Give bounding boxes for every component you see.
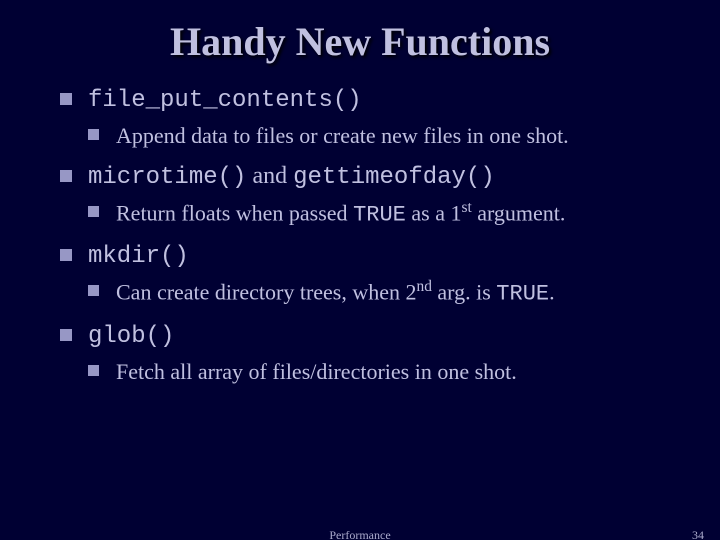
slide-content: file_put_contents() Append data to files…	[0, 81, 720, 388]
slide: Handy New Functions file_put_contents() …	[0, 0, 720, 540]
desc-text: .	[549, 280, 555, 305]
conj-text: and	[246, 163, 293, 189]
code-text: TRUE	[496, 282, 549, 307]
ordinal-sup: nd	[417, 278, 432, 295]
bullet-item: glob()	[60, 317, 700, 355]
code-text: glob()	[88, 323, 174, 350]
desc-text: as a 1	[406, 200, 462, 225]
code-text: file_put_contents()	[88, 87, 362, 114]
bullet-subitem: Fetch all array of files/directories in …	[88, 355, 700, 388]
slide-title: Handy New Functions	[0, 0, 720, 75]
footer-label: Performance	[0, 528, 720, 540]
desc-text: Return floats when passed	[116, 200, 353, 225]
code-text: mkdir()	[88, 243, 189, 270]
page-number: 34	[692, 528, 704, 540]
desc-text: arg. is	[432, 280, 496, 305]
bullet-subitem: Return floats when passed TRUE as a 1st …	[88, 196, 700, 231]
bullet-subitem: Append data to files or create new files…	[88, 119, 700, 152]
desc-text: Can create directory trees, when 2	[116, 280, 417, 305]
bullet-item: file_put_contents()	[60, 81, 700, 119]
code-text: gettimeofday()	[293, 164, 495, 191]
ordinal-sup: st	[461, 199, 471, 216]
desc-text: Append data to files or create new files…	[116, 123, 569, 148]
bullet-item: mkdir()	[60, 237, 700, 275]
desc-text: Fetch all array of files/directories in …	[116, 359, 517, 384]
desc-text: argument.	[472, 200, 566, 225]
code-text: microtime()	[88, 164, 246, 191]
code-text: TRUE	[353, 202, 406, 227]
bullet-subitem: Can create directory trees, when 2nd arg…	[88, 275, 700, 310]
bullet-item: microtime() and gettimeofday()	[60, 158, 700, 196]
